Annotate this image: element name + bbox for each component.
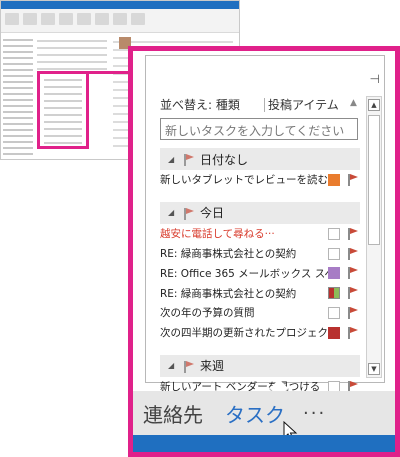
vertical-scrollbar[interactable]: ▲ ▼ (366, 96, 382, 378)
category-box[interactable] (328, 326, 340, 339)
task-row[interactable]: 新しいタブレットでレビューを読む (160, 170, 360, 190)
category-box[interactable] (328, 267, 340, 280)
category-box[interactable] (328, 306, 340, 319)
sort-by-label[interactable]: 並べ替え: 種類 (160, 96, 240, 113)
category-box[interactable] (328, 247, 340, 260)
scroll-up-button[interactable]: ▲ (368, 99, 380, 111)
scroll-thumb[interactable] (368, 115, 380, 245)
task-row[interactable]: 次の年の予算の質問 (160, 303, 360, 323)
status-bar (133, 435, 395, 452)
group-label: 今日 (200, 206, 225, 221)
scroll-down-button[interactable]: ▼ (368, 363, 380, 375)
task-row[interactable]: RE: Office 365 メールボックス スペ··· (160, 263, 360, 283)
category-box[interactable] (328, 174, 340, 186)
pin-icon[interactable]: ⊣ (370, 72, 380, 86)
folder-pane (3, 35, 33, 159)
flag-icon[interactable] (346, 173, 358, 187)
task-row[interactable]: RE: 緑商事株式会社との契約 (160, 244, 360, 264)
zoom-callout: ⊣ 並べ替え: 種類 投稿アイテム ▲ 新しいタスクを入力してください ▲ ▼ … (128, 46, 400, 457)
category-box[interactable] (328, 227, 340, 240)
group-header[interactable]: ◢ 今日 (160, 201, 360, 224)
task-row[interactable]: RE: 緑商事株式会社との契約 (160, 283, 360, 303)
screenshot-root: ⊣ 並べ替え: 種類 投稿アイテム ▲ 新しいタスクを入力してください ▲ ▼ … (0, 0, 400, 457)
ribbon (1, 9, 239, 33)
group-header[interactable]: ◢ 日付なし (160, 148, 360, 170)
task-subject: 越安に電話して尋ねる··· (160, 228, 275, 241)
group-label: 日付なし (200, 152, 249, 167)
column-divider (264, 98, 265, 112)
collapse-triangle-icon[interactable]: ◢ (168, 208, 178, 217)
task-subject: 次の四半期の更新されたプロジェクト··· (160, 327, 328, 340)
group-flag-icon (182, 360, 192, 373)
collapse-triangle-icon[interactable]: ◢ (168, 361, 178, 370)
flag-icon[interactable] (346, 266, 358, 280)
task-subject: 次の年の予算の質問 (160, 307, 255, 320)
column-header-items[interactable]: 投稿アイテム (268, 96, 339, 113)
category-box[interactable] (328, 287, 340, 300)
nav-tasks[interactable]: タスク (225, 399, 285, 428)
task-subject: 新しいタブレットでレビューを読む (160, 174, 328, 187)
flag-icon[interactable] (346, 247, 358, 261)
nav-contacts[interactable]: 連絡先 (143, 399, 203, 428)
flag-icon[interactable] (346, 306, 358, 320)
task-row[interactable]: 次の四半期の更新されたプロジェクト··· (160, 323, 360, 343)
group-flag-icon (182, 153, 192, 166)
nav-more-button[interactable]: ··· (303, 403, 326, 424)
sort-header[interactable]: 並べ替え: 種類 投稿アイテム ▲ (160, 96, 360, 114)
group-flag-icon (182, 207, 192, 220)
collapse-triangle-icon[interactable]: ◢ (168, 155, 178, 164)
flag-icon[interactable] (346, 227, 358, 241)
task-subject: RE: Office 365 メールボックス スペ··· (160, 267, 328, 280)
flag-icon[interactable] (346, 286, 358, 300)
sort-arrow-icon[interactable]: ▲ (350, 98, 357, 108)
task-subject: RE: 緑商事株式会社との契約 (160, 247, 297, 260)
task-peek-thumbnail-highlight (37, 71, 89, 149)
window-titlebar (1, 1, 239, 9)
flag-icon[interactable] (346, 326, 358, 340)
task-row[interactable]: 越安に電話して尋ねる··· (160, 224, 360, 244)
bottom-navigation: 連絡先 タスク ··· (133, 391, 395, 435)
task-peek-panel: ⊣ 並べ替え: 種類 投稿アイテム ▲ 新しいタスクを入力してください ▲ ▼ … (145, 55, 385, 399)
task-subject: RE: 緑商事株式会社との契約 (160, 287, 297, 300)
task-list: ◢ 日付なし新しいタブレットでレビューを読む ◢ 今日越安に電話して尋ねる··· RE:… (160, 148, 360, 396)
group-label: 来週 (200, 359, 225, 374)
new-task-input[interactable]: 新しいタスクを入力してください (160, 118, 358, 140)
group-header[interactable]: ◢ 来週 (160, 354, 360, 377)
